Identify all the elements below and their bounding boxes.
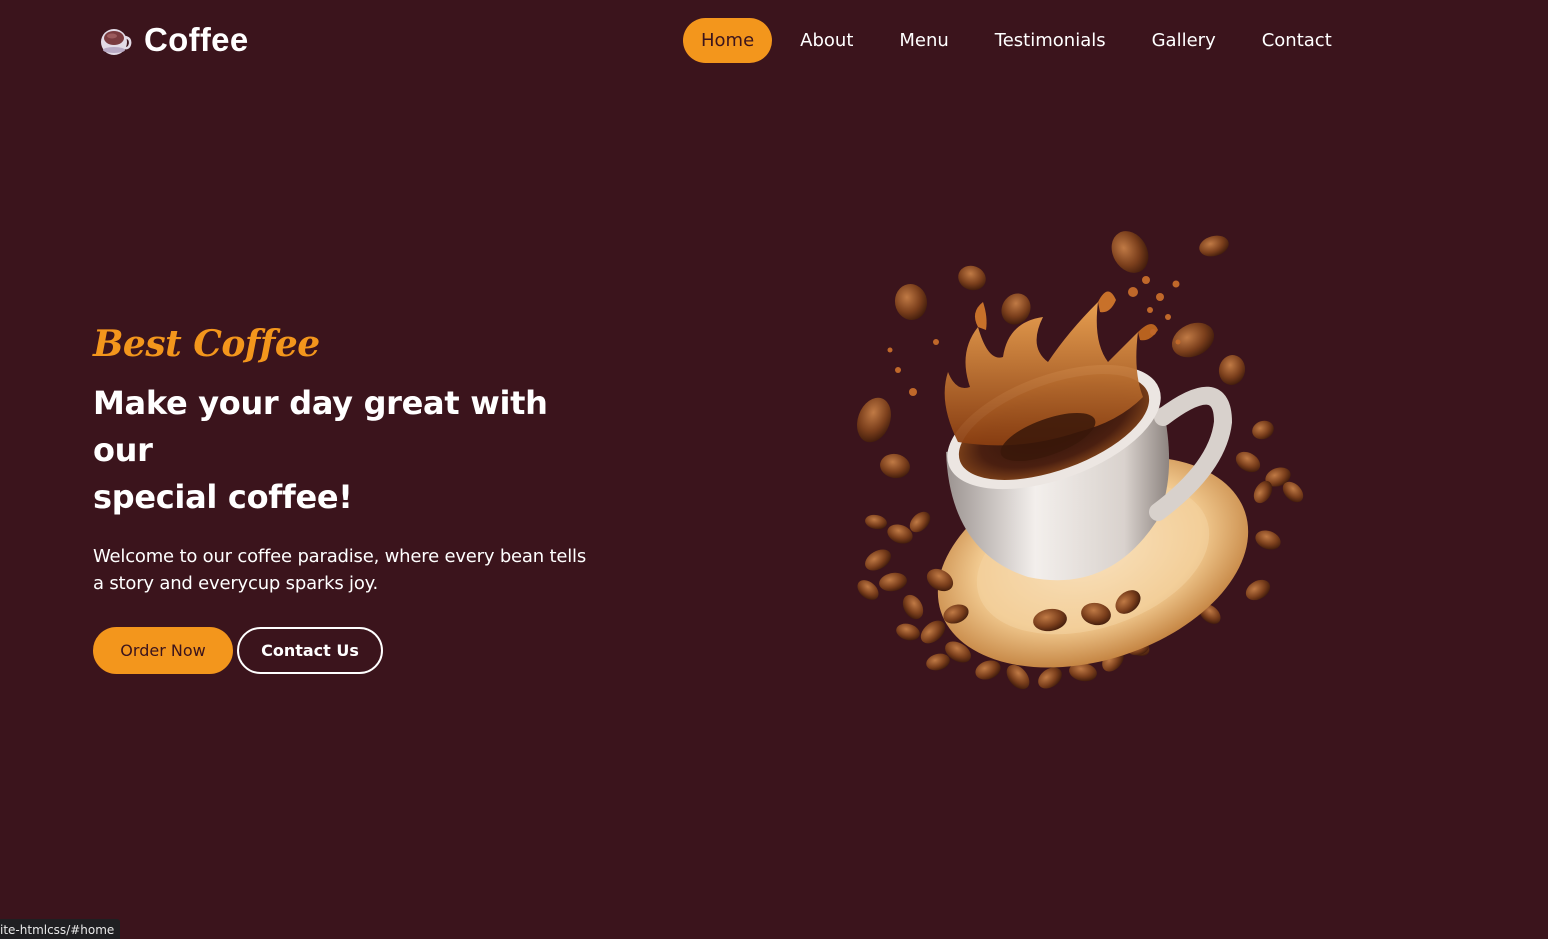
hero-subtitle: Best Coffee <box>93 323 320 365</box>
hero-description-line-2: a story and everycup sparks joy. <box>93 573 379 594</box>
hero-title-line-2: special coffee! <box>93 478 353 516</box>
contact-us-button[interactable]: Contact Us <box>237 627 383 674</box>
main-nav: Home About Menu Testimonials Gallery Con… <box>683 18 1350 63</box>
hero-section: Best Coffee Make your day great with our… <box>93 318 613 674</box>
order-now-button[interactable]: Order Now <box>93 627 233 674</box>
coffee-cup-icon <box>101 29 132 55</box>
nav-item-testimonials[interactable]: Testimonials <box>977 18 1124 63</box>
nav-item-menu[interactable]: Menu <box>881 18 966 63</box>
hero-title: Make your day great with our special cof… <box>93 380 613 521</box>
hero-description: Welcome to our coffee paradise, where ev… <box>93 543 603 597</box>
nav-item-contact[interactable]: Contact <box>1244 18 1350 63</box>
brand-logo-link[interactable]: Coffee <box>98 20 248 60</box>
hero-buttons: Order Now Contact Us <box>93 627 613 674</box>
hero-title-line-1: Make your day great with our <box>93 384 548 469</box>
nav-item-home[interactable]: Home <box>683 18 773 63</box>
nav-item-about[interactable]: About <box>782 18 871 63</box>
hero-description-line-1: Welcome to our coffee paradise, where ev… <box>93 546 587 567</box>
coffee-splash-illustration <box>857 231 1304 690</box>
brand-name: Coffee <box>144 21 249 58</box>
hero-coffee-image <box>838 222 1318 702</box>
site-header: Coffee Home About Menu Testimonials Gall… <box>0 0 1548 82</box>
status-bar-url: ite-htmlcss/#home <box>0 919 121 939</box>
nav-item-gallery[interactable]: Gallery <box>1134 18 1234 63</box>
